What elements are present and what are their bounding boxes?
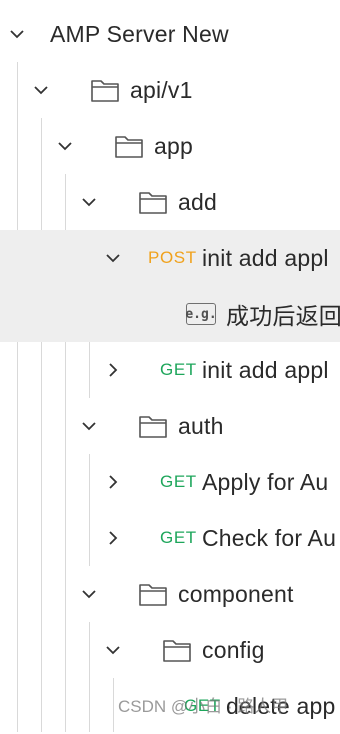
folder-icon xyxy=(115,136,143,158)
folder-name: auth xyxy=(178,412,224,439)
chevron-down-icon[interactable] xyxy=(30,79,52,101)
tree-item-folder-component[interactable]: component xyxy=(0,566,340,622)
folder-name: app xyxy=(154,132,193,159)
chevron-right-icon[interactable] xyxy=(102,527,124,549)
tree-item-request-get[interactable]: GET Check for Au xyxy=(0,510,340,566)
method-badge-post: POST xyxy=(148,248,197,267)
request-name: init add appl xyxy=(202,244,329,271)
tree-item-request-get[interactable]: GET init add appl xyxy=(0,342,340,398)
chevron-down-icon[interactable] xyxy=(6,23,28,45)
folder-name: add xyxy=(178,188,217,215)
example-name: 成功后返回 xyxy=(226,303,340,329)
chevron-down-icon[interactable] xyxy=(78,583,100,605)
tree-item-folder-api-v1[interactable]: api/v1 xyxy=(0,62,340,118)
chevron-down-icon[interactable] xyxy=(54,135,76,157)
folder-name: config xyxy=(202,636,265,663)
tree-item-example[interactable]: e.g. 成功后返回 xyxy=(0,286,340,342)
folder-icon xyxy=(139,192,167,214)
chevron-right-icon[interactable] xyxy=(102,359,124,381)
folder-icon xyxy=(163,640,191,662)
collection-name: AMP Server New xyxy=(50,20,229,47)
request-name: Check for Au xyxy=(202,524,337,551)
method-badge-get: GET xyxy=(184,696,221,715)
tree-item-request-post[interactable]: POST init add appl xyxy=(0,230,340,286)
tree-item-root[interactable]: AMP Server New xyxy=(0,6,340,62)
request-name: delete app xyxy=(226,692,336,719)
method-badge-get: GET xyxy=(160,528,197,547)
folder-icon xyxy=(139,416,167,438)
tree-item-folder-auth[interactable]: auth xyxy=(0,398,340,454)
chevron-down-icon[interactable] xyxy=(102,247,124,269)
chevron-down-icon[interactable] xyxy=(78,191,100,213)
example-icon: e.g. xyxy=(185,303,217,325)
tree-item-folder-add[interactable]: add xyxy=(0,174,340,230)
method-badge-get: GET xyxy=(160,360,197,379)
folder-name: api/v1 xyxy=(130,76,193,103)
request-name: Apply for Au xyxy=(202,468,329,495)
folder-icon xyxy=(91,80,119,102)
chevron-right-icon[interactable] xyxy=(102,471,124,493)
folder-icon xyxy=(139,584,167,606)
tree-item-folder-app[interactable]: app xyxy=(0,118,340,174)
chevron-down-icon[interactable] xyxy=(78,415,100,437)
tree-item-request-get[interactable]: GET delete app xyxy=(0,678,340,734)
method-badge-get: GET xyxy=(160,472,197,491)
chevron-down-icon[interactable] xyxy=(102,639,124,661)
folder-name: component xyxy=(178,580,294,607)
request-name: init add appl xyxy=(202,356,329,383)
tree-item-folder-config[interactable]: config xyxy=(0,622,340,678)
collection-tree: AMP Server New api/v1 app add POST init … xyxy=(0,6,340,734)
tree-item-request-get[interactable]: GET Apply for Au xyxy=(0,454,340,510)
